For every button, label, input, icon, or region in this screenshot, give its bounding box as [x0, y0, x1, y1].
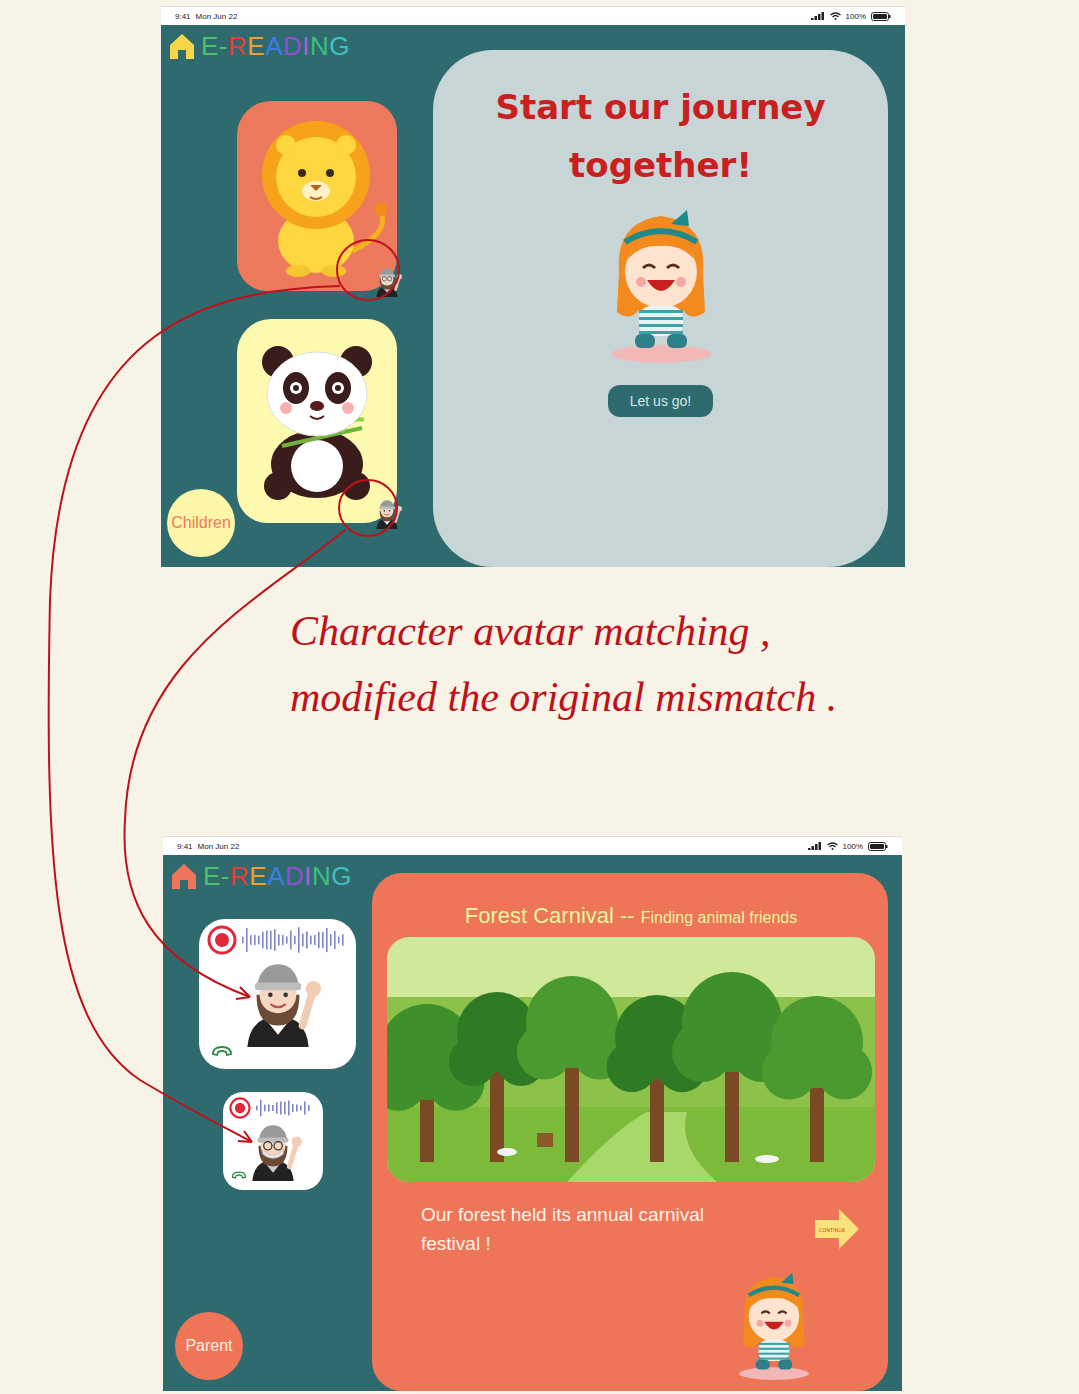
girl-character-icon [732, 1263, 816, 1387]
status-bar: 9:41 Mon Jun 22 100% [163, 836, 902, 855]
annotation-line: Character avatar matching , [290, 603, 1079, 659]
app-logo[interactable]: E-READING [169, 859, 369, 893]
panda-icon [242, 336, 392, 506]
record-icon[interactable] [207, 925, 237, 955]
logo-letter: E [249, 861, 267, 892]
avatar-icon [371, 265, 403, 297]
home-icon [167, 31, 197, 61]
logo-letter: A [265, 31, 283, 62]
screen-body: E-READINGChildrenStart our journeytogeth… [161, 25, 905, 567]
avatar-badge [371, 497, 403, 529]
wifi-icon [827, 842, 838, 850]
annotation-line: modified the original mismatch . [290, 669, 1079, 725]
signal-icon [811, 12, 825, 20]
logo-letter: G [331, 861, 352, 892]
role-button[interactable]: Children [167, 489, 235, 557]
logo-letter: A [267, 861, 285, 892]
lion-icon [242, 111, 392, 281]
character-card[interactable] [237, 319, 397, 523]
logo-letter: D [283, 31, 302, 62]
logo-letter: R [228, 31, 247, 62]
annotation-arrows [0, 0, 1079, 1394]
participant-avatar [232, 955, 324, 1047]
welcome-panel: Start our journeytogether! Let us go! [433, 50, 888, 567]
story-title: Forest Carnival --Finding animal friends [387, 873, 875, 937]
wifi-icon [830, 12, 841, 20]
narrator-character [732, 1263, 816, 1387]
story-panel: Forest Carnival --Finding animal friends… [372, 873, 888, 1391]
logo-letter: N [312, 861, 331, 892]
story-caption: Our forest held its annual carnival fest… [421, 1200, 711, 1258]
home-icon [169, 861, 199, 891]
logo-letter: D [285, 861, 304, 892]
status-time: 9:41 [175, 12, 191, 21]
app-logo[interactable]: E-READING [167, 29, 417, 63]
girl-character-icon [601, 202, 721, 367]
record-icon[interactable] [229, 1097, 251, 1119]
svg-text:CONTINUE: CONTINUE [819, 1227, 845, 1233]
continue-button[interactable]: CONTINUE [813, 1207, 861, 1251]
character-card[interactable] [237, 101, 397, 291]
waveform-icon [255, 1099, 311, 1117]
signal-icon [808, 842, 822, 850]
status-bar: 9:41 Mon Jun 22 100% [161, 6, 905, 25]
start-button[interactable]: Let us go! [608, 385, 714, 417]
call-card[interactable] [199, 919, 356, 1069]
logo-letter: R [230, 861, 249, 892]
story-image [387, 937, 875, 1182]
forest-illustration [387, 937, 875, 1182]
battery-percent: 100% [843, 842, 863, 851]
logo-text: E-READING [203, 861, 352, 892]
parent-screen: 9:41Mon Jun 22100%E-READINGParentForest … [163, 836, 902, 1391]
logo-letter: I [302, 31, 310, 62]
status-date: Mon Jun 22 [196, 12, 238, 21]
battery-percent: 100% [846, 12, 866, 21]
design-board: 9:41Mon Jun 22100%E-READINGChildrenStart… [0, 0, 1079, 1394]
logo-letter: - [221, 861, 230, 892]
logo-letter: N [310, 31, 329, 62]
screen-body: E-READINGParentForest Carnival --Finding… [163, 855, 902, 1391]
logo-letter: E [203, 861, 221, 892]
status-date: Mon Jun 22 [198, 842, 240, 851]
avatar-icon [371, 497, 403, 529]
battery-icon [868, 842, 888, 851]
hang-up-icon[interactable] [231, 1170, 247, 1180]
battery-icon [871, 12, 891, 21]
arrow-icon: CONTINUE [813, 1207, 861, 1251]
avatar-badge [371, 265, 403, 297]
status-time: 9:41 [177, 842, 193, 851]
welcome-title: Start our journeytogether! [495, 78, 825, 194]
logo-text: E-READING [201, 31, 350, 62]
children-screen: 9:41Mon Jun 22100%E-READINGChildrenStart… [161, 6, 905, 567]
logo-letter: I [304, 861, 312, 892]
annotation-note: Character avatar matching , modified the … [0, 567, 1079, 836]
role-button[interactable]: Parent [175, 1312, 243, 1380]
logo-letter: - [219, 31, 228, 62]
call-card[interactable] [223, 1092, 323, 1190]
logo-letter: G [329, 31, 350, 62]
logo-letter: E [201, 31, 219, 62]
logo-letter: E [247, 31, 265, 62]
participant-avatar [242, 1119, 304, 1181]
hang-up-icon[interactable] [211, 1045, 233, 1057]
waveform-icon [241, 927, 345, 953]
